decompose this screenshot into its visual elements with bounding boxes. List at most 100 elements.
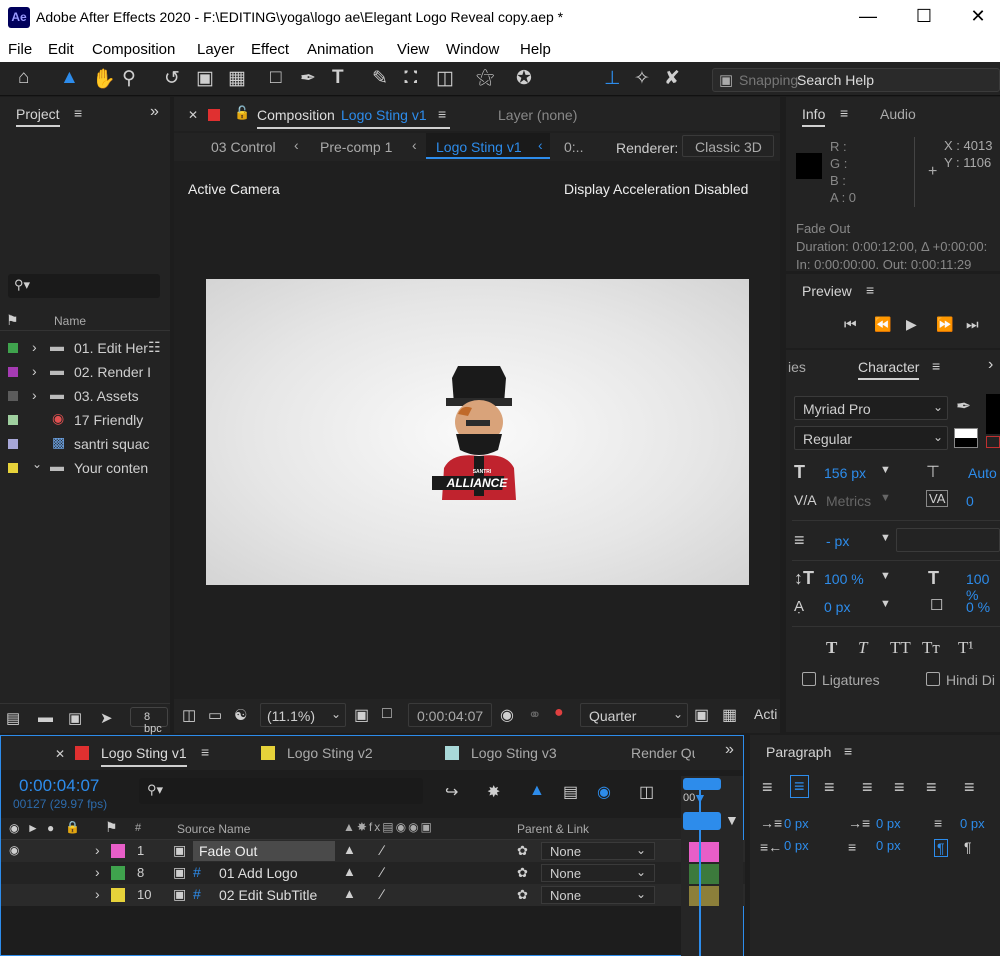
layer-duration-bar[interactable] — [689, 864, 719, 884]
home-icon[interactable]: ⌂ — [18, 67, 29, 89]
indent-first-line-value[interactable]: 0 px — [876, 816, 901, 831]
zoom-tool-icon[interactable]: ⚲ — [122, 67, 136, 90]
tracking-value[interactable]: 0 — [966, 493, 974, 509]
indent-right-value[interactable]: 0 px — [960, 816, 985, 831]
fill-color-swatch[interactable] — [986, 394, 1000, 434]
justify-all-icon[interactable]: ≡ — [964, 777, 975, 798]
mask-visibility-icon[interactable]: ☯ — [234, 706, 247, 724]
composition-viewer[interactable]: SANTRI ALLIANCE — [206, 279, 749, 585]
label-swatch[interactable] — [8, 391, 18, 401]
bit-depth-button[interactable]: 8 bpc — [130, 707, 168, 735]
maximize-button[interactable]: ☐ — [904, 6, 944, 27]
space-after-value[interactable]: 0 px — [876, 838, 901, 853]
parent-dropdown[interactable]: None ⌄ — [541, 842, 655, 860]
frame-icon[interactable]: ▣ — [354, 705, 369, 725]
render-queue-tab[interactable]: Render Qu — [631, 745, 695, 761]
layer-row[interactable]: › 10 ▣ # 02 Edit SubTitle ▲ ∕ ✿ None ⌄ — [1, 884, 745, 906]
menu-animation[interactable]: Animation — [307, 41, 374, 58]
transparency-grid-icon[interactable]: ▦ — [722, 705, 737, 725]
brush-tool-icon[interactable]: ✎ — [372, 67, 388, 90]
camera-tool-icon[interactable]: ▣ — [196, 67, 214, 90]
layer-duration-bar[interactable] — [689, 842, 719, 862]
adjust-settings-icon[interactable]: ➤ — [100, 709, 113, 727]
timeline-search-input[interactable]: ⚲▾ — [139, 778, 423, 804]
layer-name[interactable]: 01 Add Logo — [219, 865, 298, 881]
leading-value[interactable]: Auto — [968, 465, 997, 481]
shy-switch-icon[interactable]: ▲ — [343, 886, 356, 901]
layer-duration-bar[interactable] — [689, 886, 719, 906]
timeline-tab-active[interactable]: Logo Sting v1 — [101, 745, 187, 767]
current-time-indicator[interactable] — [699, 790, 701, 956]
parent-dropdown[interactable]: None ⌄ — [541, 886, 655, 904]
tsume-value[interactable]: 0 % — [966, 599, 990, 615]
rectangle-tool-icon[interactable]: □ — [270, 67, 281, 89]
baseline-shift-value[interactable]: 0 px — [824, 599, 850, 615]
audio-tab[interactable]: Audio — [880, 106, 916, 122]
pan-behind-tool-icon[interactable]: ▦ — [228, 67, 246, 90]
eyedropper-icon[interactable]: ✒ — [956, 396, 971, 417]
project-item[interactable]: › ▬ 03. Assets — [0, 385, 170, 407]
menu-view[interactable]: View — [397, 41, 429, 58]
first-frame-icon[interactable]: ⏮ — [844, 316, 857, 333]
label-column-icon[interactable]: ⚑ — [105, 819, 118, 836]
show-snapshot-icon[interactable]: ⚭ — [528, 705, 541, 725]
expand-arrow-icon[interactable]: › — [95, 842, 100, 858]
quality-switch-icon[interactable]: ∕ — [381, 864, 383, 880]
draft-3d-icon[interactable]: ✸ — [487, 782, 500, 802]
time-navigator[interactable] — [683, 812, 721, 830]
solo-header-icon[interactable]: ● — [47, 821, 54, 835]
expand-arrow-icon[interactable]: › — [32, 363, 37, 379]
project-item[interactable]: › ▬ 02. Render I — [0, 361, 170, 383]
panel-menu-icon[interactable]: ≡ — [840, 105, 848, 121]
layer-label-swatch[interactable] — [111, 844, 125, 858]
puppet-pin-tool-icon[interactable]: ✪ — [516, 67, 532, 90]
rotate-tool-icon[interactable]: ↺ — [164, 67, 180, 90]
type-tool-icon[interactable]: T — [332, 67, 344, 89]
timeline-tab[interactable]: Logo Sting v3 — [471, 745, 557, 761]
layer-row[interactable]: ◉ › 1 ▣ Fade Out ▲ ∕ ✿ None ⌄ — [1, 840, 745, 862]
world-axis-icon[interactable]: ✧ — [634, 67, 650, 90]
minimize-button[interactable]: — — [848, 6, 888, 27]
frame-blending-icon[interactable]: ▤ — [563, 782, 578, 802]
align-center-icon[interactable]: ≡ — [790, 775, 809, 798]
breadcrumb-item[interactable]: Pre-comp 1 — [320, 139, 392, 155]
timeline-current-time[interactable]: 0:00:04:07 — [19, 776, 99, 796]
label-swatch[interactable] — [8, 439, 18, 449]
panel-menu-icon[interactable]: ≡ — [438, 106, 446, 122]
pickwhip-icon[interactable]: ✿ — [517, 865, 528, 881]
justify-left-icon[interactable]: ≡ — [862, 777, 873, 798]
menu-layer[interactable]: Layer — [197, 41, 235, 58]
project-item[interactable]: ◉ 17 Friendly — [0, 409, 170, 431]
layer-label-swatch[interactable] — [111, 888, 125, 902]
expand-arrow-icon[interactable]: › — [95, 886, 100, 902]
interpret-footage-icon[interactable]: ▤ — [6, 709, 20, 727]
space-before-value[interactable]: 0 px — [784, 838, 809, 853]
hide-shy-layers-icon[interactable]: ▲ — [529, 782, 545, 800]
source-name-header[interactable]: Source Name — [177, 822, 250, 836]
character-tab[interactable]: Character — [858, 359, 920, 380]
properties-tab[interactable]: ies — [788, 359, 806, 375]
layer-tab[interactable]: Layer (none) — [498, 107, 577, 123]
align-left-icon[interactable]: ≡ — [762, 777, 773, 798]
new-composition-icon[interactable]: ▣ — [68, 709, 82, 727]
resolution-dropdown[interactable]: Quarter ⌄ — [580, 703, 688, 727]
menu-window[interactable]: Window — [446, 41, 499, 58]
graph-editor-icon[interactable]: ◫ — [639, 782, 654, 802]
view-dropdown[interactable]: Acti — [754, 706, 777, 722]
breadcrumb-active[interactable]: Logo Sting v1 ‹ — [426, 133, 550, 159]
hand-tool-icon[interactable]: ✋ — [92, 67, 116, 91]
play-icon[interactable]: ▶ — [906, 316, 917, 333]
shy-switch-icon[interactable]: ▲ — [343, 864, 356, 879]
project-item[interactable]: ▩ santri squac — [0, 433, 170, 455]
new-folder-icon[interactable]: ▬ — [38, 709, 53, 726]
composition-tab-prefix[interactable]: Composition — [257, 107, 335, 123]
breadcrumb-item[interactable]: 0:.. — [564, 139, 583, 155]
always-preview-icon[interactable]: ◫ — [182, 706, 196, 724]
close-tab-icon[interactable]: ✕ — [55, 747, 65, 761]
snapping-toggle-icon[interactable]: ▣ — [719, 71, 733, 89]
channel-rgb-icon[interactable]: ● — [554, 704, 564, 722]
renderer-dropdown[interactable]: Classic 3D — [682, 135, 774, 157]
view-axis-icon[interactable]: ✘ — [664, 67, 680, 90]
comp-button-icon[interactable]: ▼ — [725, 812, 739, 828]
font-style-dropdown[interactable]: Regular ⌄ — [794, 426, 948, 450]
